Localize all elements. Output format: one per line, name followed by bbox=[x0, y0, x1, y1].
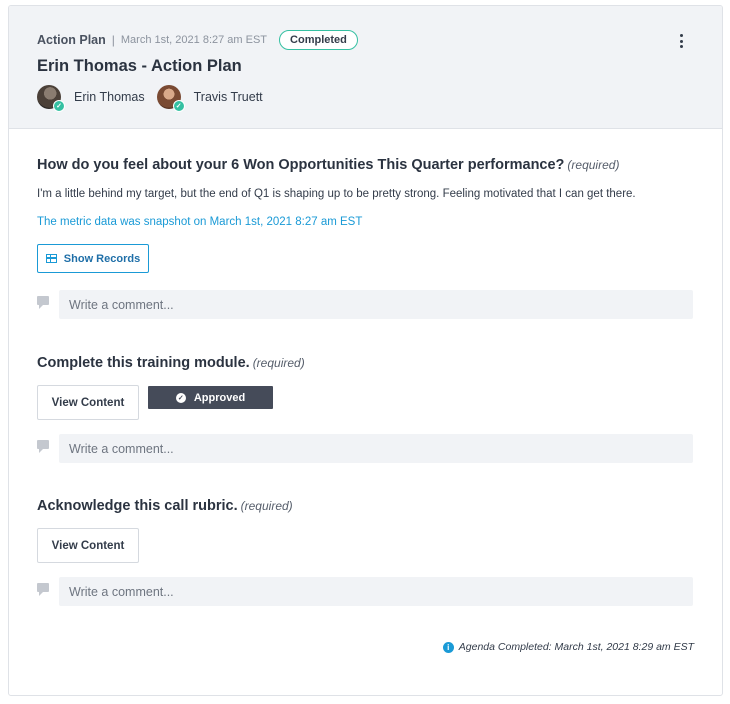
agenda-completed-text: Agenda Completed: March 1st, 2021 8:29 a… bbox=[458, 641, 694, 653]
comment-icon bbox=[37, 583, 49, 596]
snapshot-note: The metric data was snapshot on March 1s… bbox=[37, 216, 363, 228]
question-text: How do you feel about your 6 Won Opportu… bbox=[37, 157, 565, 173]
breadcrumb-separator: | bbox=[111, 33, 115, 47]
check-icon: ✓ bbox=[172, 100, 185, 112]
breadcrumb-date: March 1st, 2021 8:27 am EST bbox=[120, 34, 268, 46]
info-icon: i bbox=[442, 641, 454, 653]
approved-label: Approved bbox=[193, 391, 246, 404]
view-content-button[interactable]: View Content bbox=[37, 528, 139, 563]
answer-text: I'm a little behind my target, but the e… bbox=[37, 188, 636, 200]
view-content-button[interactable]: View Content bbox=[37, 385, 139, 420]
kebab-dot bbox=[679, 34, 683, 37]
comment-icon bbox=[37, 296, 49, 309]
participant: ✓ Travis Truett bbox=[156, 85, 263, 112]
breadcrumb-title: Action Plan bbox=[37, 33, 106, 47]
agenda-completed-footer: i Agenda Completed: March 1st, 2021 8:29… bbox=[442, 641, 694, 653]
question-title: How do you feel about your 6 Won Opportu… bbox=[37, 156, 619, 174]
check-circle-icon: ✓ bbox=[175, 392, 186, 403]
page-title: Erin Thomas - Action Plan bbox=[37, 57, 242, 75]
participants: ✓ Erin Thomas ✓ Travis Truett bbox=[37, 85, 275, 112]
show-records-button[interactable]: Show Records bbox=[37, 244, 149, 273]
status-badge: Completed bbox=[279, 30, 358, 50]
kebab-dot bbox=[679, 45, 683, 48]
question-text: Complete this training module. bbox=[37, 355, 250, 371]
participant-name: Erin Thomas bbox=[74, 90, 145, 104]
table-icon bbox=[45, 254, 57, 263]
required-label: (required) bbox=[567, 158, 620, 172]
avatar: ✓ bbox=[37, 85, 65, 112]
action-plan-card: Action Plan | March 1st, 2021 8:27 am ES… bbox=[8, 5, 723, 696]
participant-name: Travis Truett bbox=[193, 90, 263, 104]
comment-input[interactable] bbox=[59, 434, 693, 463]
question-text: Acknowledge this call rubric. bbox=[37, 498, 238, 514]
breadcrumb: Action Plan | March 1st, 2021 8:27 am ES… bbox=[37, 30, 358, 50]
required-label: (required) bbox=[240, 499, 293, 513]
required-label: (required) bbox=[252, 356, 305, 370]
kebab-menu-icon[interactable] bbox=[678, 34, 684, 48]
check-icon: ✓ bbox=[53, 100, 65, 112]
avatar: ✓ bbox=[156, 85, 185, 112]
kebab-dot bbox=[679, 39, 683, 43]
approved-badge: ✓ Approved bbox=[148, 386, 273, 409]
comment-row bbox=[37, 577, 695, 606]
show-records-label: Show Records bbox=[63, 252, 141, 265]
question-title: Complete this training module. (required) bbox=[37, 354, 305, 372]
comment-row bbox=[37, 434, 695, 463]
participant: ✓ Erin Thomas bbox=[37, 85, 145, 112]
card-header: Action Plan | March 1st, 2021 8:27 am ES… bbox=[9, 6, 722, 129]
comment-input[interactable] bbox=[59, 577, 693, 606]
comment-icon bbox=[37, 440, 49, 453]
question-title: Acknowledge this call rubric. (required) bbox=[37, 497, 293, 515]
comment-row bbox=[37, 290, 695, 319]
comment-input[interactable] bbox=[59, 290, 693, 319]
